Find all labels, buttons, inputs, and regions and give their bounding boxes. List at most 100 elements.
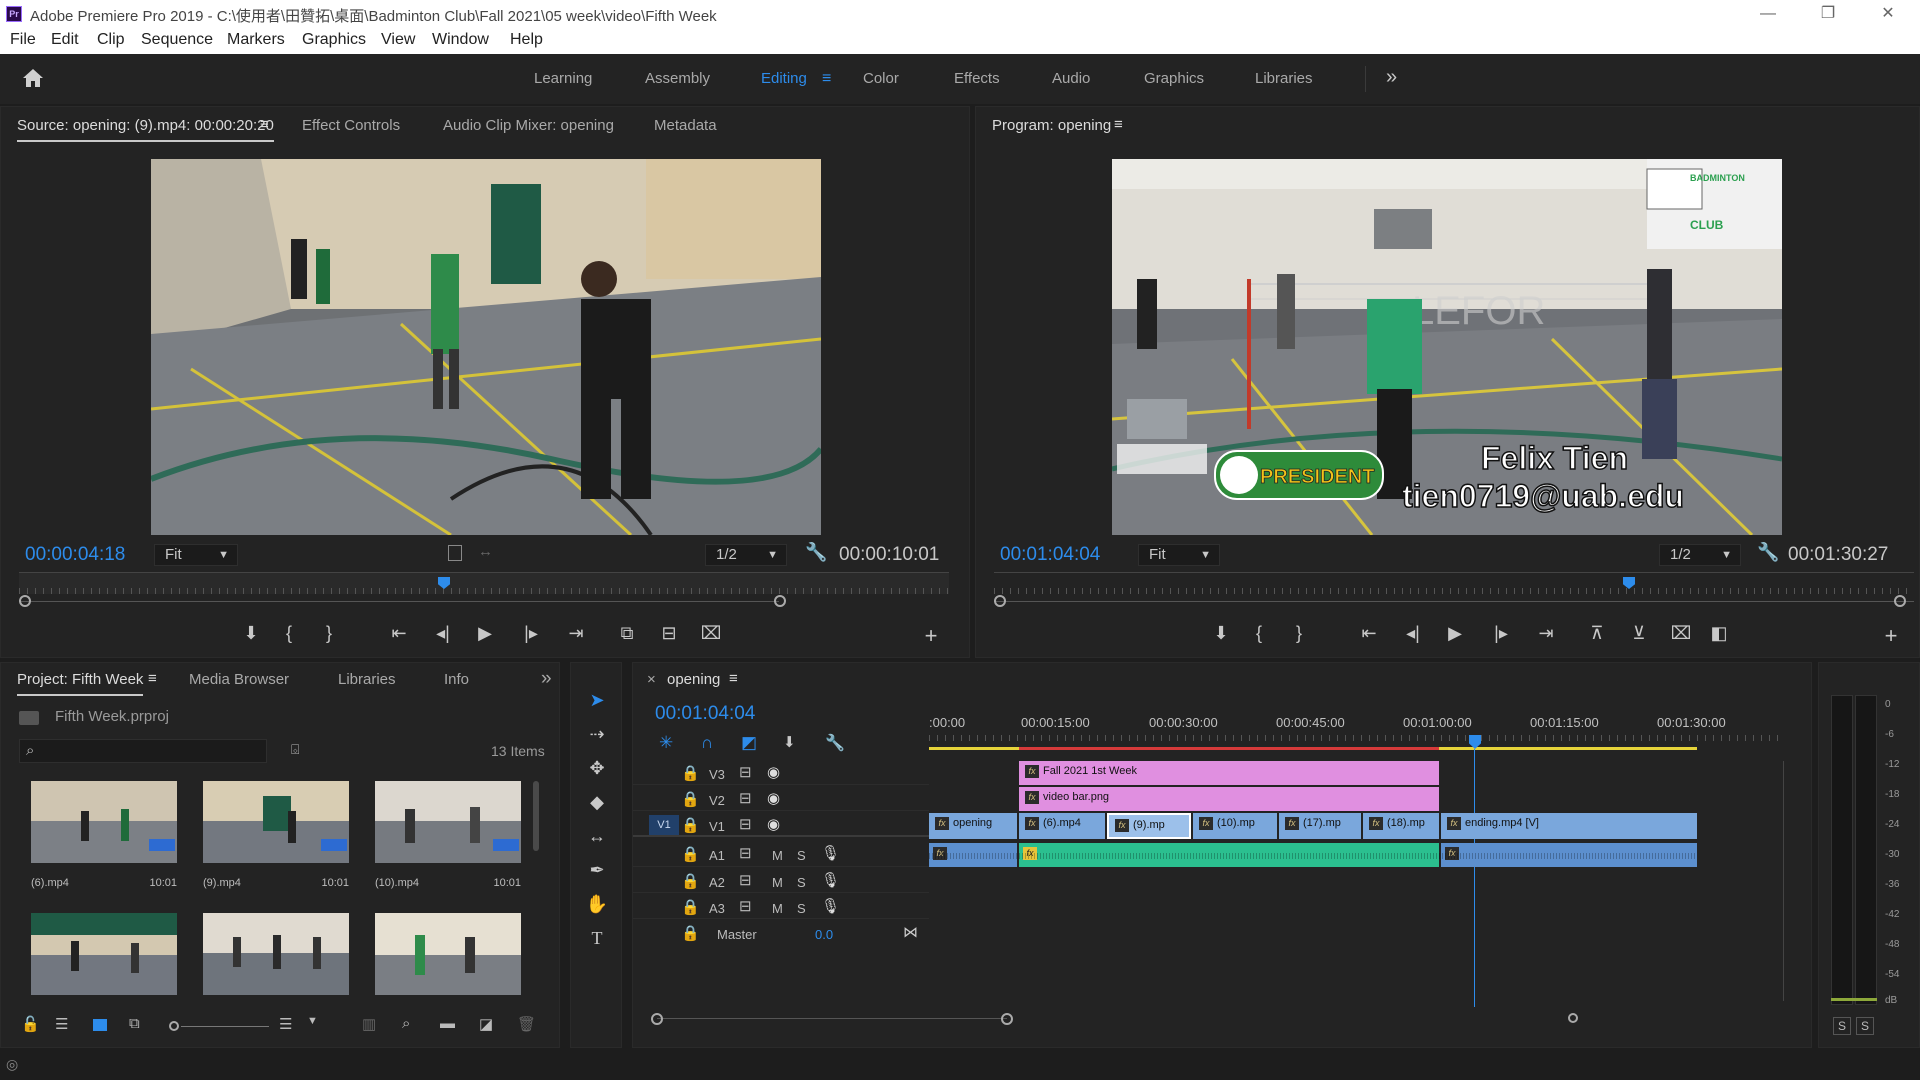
sync-lock-icon[interactable]: ⊟ (739, 789, 752, 807)
selection-tool-icon[interactable]: ➤ (582, 685, 612, 715)
program-panel-menu-icon[interactable]: ≡ (1114, 116, 1123, 133)
status-icon[interactable]: ◎ (6, 1056, 18, 1073)
panel-overflow-icon[interactable]: » (541, 668, 552, 690)
eye-icon[interactable]: ◉ (767, 763, 780, 781)
list-view-icon[interactable]: ☰ (55, 1015, 68, 1033)
source-patch-v1[interactable]: V1 (649, 815, 679, 835)
tab-sequence[interactable]: opening (667, 671, 720, 688)
workspace-color[interactable]: Color (863, 70, 899, 87)
add-button-icon[interactable]: + (1876, 623, 1906, 649)
track-select-tool-icon[interactable]: ⇢ (582, 719, 612, 749)
insert-icon[interactable]: ⧉ (612, 623, 642, 644)
sync-lock-icon[interactable]: ⊟ (739, 871, 752, 889)
chevron-down-icon[interactable]: ▼ (307, 1015, 318, 1027)
linked-selection-icon[interactable]: ◩ (741, 733, 757, 753)
hand-tool-icon[interactable]: ✋ (582, 889, 612, 919)
menu-markers[interactable]: Markers (227, 31, 285, 49)
icon-view-icon[interactable] (93, 1019, 107, 1031)
step-back-icon[interactable]: ◂| (428, 623, 458, 644)
extract-icon[interactable]: ⊻ (1624, 623, 1654, 644)
restore-icon[interactable]: ❐ (1800, 0, 1856, 28)
zoom-handle-left[interactable] (651, 1013, 663, 1025)
play-icon[interactable]: ▶ (1440, 623, 1470, 644)
collapse-icon[interactable]: ⋈ (903, 923, 918, 941)
menu-sequence[interactable]: Sequence (141, 31, 213, 49)
timeline-ruler[interactable]: :00:00 00:00:15:00 00:00:30:00 00:00:45:… (929, 713, 1779, 753)
list-item[interactable] (375, 913, 521, 999)
source-panel-menu-icon[interactable]: ≡ (260, 116, 269, 133)
menu-help[interactable]: Help (510, 31, 543, 49)
zoom-handle-left[interactable] (19, 595, 31, 607)
lock-icon[interactable]: 🔒 (681, 898, 700, 916)
trash-icon[interactable]: 🗑 (517, 1015, 536, 1033)
zoom-slider-handle[interactable] (169, 1021, 179, 1031)
source-timecode[interactable]: 00:00:04:18 (25, 544, 125, 566)
clip-v1[interactable]: fx (17).mp (1279, 813, 1361, 839)
program-time-ruler[interactable] (994, 572, 1914, 594)
mark-out-icon[interactable]: } (314, 623, 344, 644)
program-resolution-select[interactable]: 1/2 ▼ (1659, 544, 1741, 566)
settings-wrench-icon[interactable]: 🔧 (1757, 542, 1779, 563)
sort-icon[interactable]: ☰ (279, 1015, 292, 1033)
mark-in-icon[interactable]: { (274, 623, 304, 644)
source-time-ruler[interactable] (19, 572, 949, 594)
add-marker-icon[interactable]: ⬇ (236, 623, 266, 644)
lock-icon[interactable]: 🔓 (21, 1015, 40, 1033)
workspace-audio[interactable]: Audio (1052, 70, 1090, 87)
clip-v3[interactable]: fx Fall 2021 1st Week (1019, 761, 1439, 785)
snap-icon[interactable]: ∩ (701, 733, 713, 753)
freeform-view-icon[interactable]: ⧉ (129, 1015, 140, 1032)
workspace-learning[interactable]: Learning (534, 70, 592, 87)
zoom-slider[interactable] (181, 1026, 269, 1027)
workspace-assembly[interactable]: Assembly (645, 70, 710, 87)
tab-audio-clip-mixer[interactable]: Audio Clip Mixer: opening (443, 117, 614, 134)
overwrite-icon[interactable]: ⊟ (654, 623, 684, 644)
microphone-icon[interactable]: 🎙 (821, 871, 840, 889)
tab-project[interactable]: Project: Fifth Week (17, 671, 144, 696)
new-search-bin-icon[interactable]: ⌺ (291, 741, 299, 758)
settings-wrench-icon[interactable]: 🔧 (805, 542, 827, 563)
menu-file[interactable]: File (10, 31, 36, 49)
list-item[interactable]: (9).mp4 10:01 (203, 781, 349, 889)
sync-lock-icon[interactable]: ⊟ (739, 844, 752, 862)
list-item[interactable] (31, 913, 177, 999)
timeline-settings-wrench-icon[interactable]: 🔧 (825, 733, 845, 753)
slip-tool-icon[interactable]: ↔ (582, 821, 612, 851)
list-item[interactable]: (6).mp4 10:01 (31, 781, 177, 889)
program-timecode[interactable]: 00:01:04:04 (1000, 544, 1100, 566)
master-value[interactable]: 0.0 (815, 927, 833, 942)
lift-icon[interactable]: ⊼ (1582, 623, 1612, 644)
comparison-view-icon[interactable]: ◧ (1704, 623, 1734, 644)
drag-audio-icon[interactable]: ↔ (478, 543, 493, 560)
clip-v2[interactable]: fx video bar.png (1019, 787, 1439, 811)
mute-button[interactable]: M (772, 875, 783, 890)
mute-button[interactable]: M (772, 901, 783, 916)
solo-left-button[interactable]: S (1833, 1017, 1851, 1035)
new-bin-icon[interactable]: ▬ (440, 1015, 455, 1032)
timeline-timecode[interactable]: 00:01:04:04 (655, 703, 755, 725)
tab-program[interactable]: Program: opening (992, 117, 1111, 134)
clip-v1[interactable]: fx (10).mp (1193, 813, 1277, 839)
zoom-handle-right[interactable] (774, 595, 786, 607)
sync-lock-icon[interactable]: ⊟ (739, 815, 752, 833)
vertical-scroll-track[interactable] (1783, 761, 1784, 1001)
menu-graphics[interactable]: Graphics (302, 31, 366, 49)
drag-video-icon[interactable] (448, 545, 462, 561)
zoom-handle-right[interactable] (1894, 595, 1906, 607)
tab-effect-controls[interactable]: Effect Controls (302, 117, 400, 134)
microphone-icon[interactable]: 🎙 (821, 897, 840, 915)
lock-icon[interactable]: 🔒 (681, 816, 700, 834)
mute-button[interactable]: M (772, 848, 783, 863)
list-item[interactable]: (10).mp4 10:01 (375, 781, 521, 889)
mark-in-icon[interactable]: { (1244, 623, 1274, 644)
go-to-in-icon[interactable]: ⇤ (1354, 623, 1384, 644)
find-icon[interactable]: ⌕ (402, 1015, 410, 1032)
add-marker-icon[interactable]: ⬇ (1206, 623, 1236, 644)
clip-v1-selected[interactable]: fx (9).mp (1107, 813, 1191, 839)
export-frame-icon[interactable]: ⌧ (696, 623, 726, 644)
microphone-icon[interactable]: 🎙 (821, 844, 840, 862)
close-icon[interactable]: ✕ (1860, 0, 1916, 28)
go-to-out-icon[interactable]: ⇥ (561, 623, 591, 644)
lock-icon[interactable]: 🔒 (681, 764, 700, 782)
tab-info[interactable]: Info (444, 671, 469, 688)
